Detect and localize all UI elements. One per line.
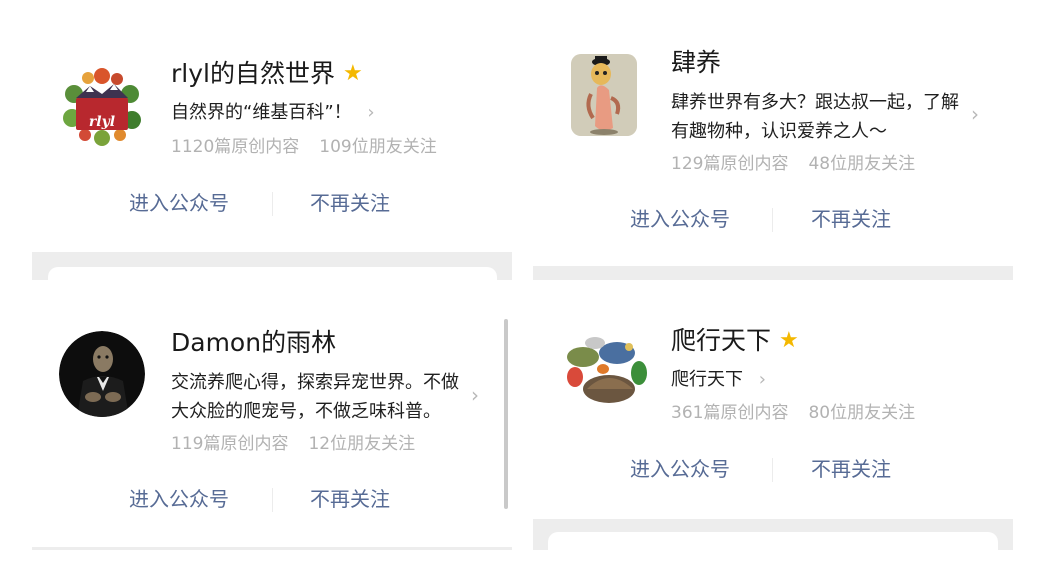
account-stats: 1120篇原创内容 109位朋友关注 [171,136,437,158]
divider [772,208,773,232]
description-line: 爬行天下 [671,369,743,390]
account-name-text: 爬行天下 [671,326,772,355]
follower-count: 109位朋友关注 [319,137,437,157]
description-line: 有趣物种，认识爱养之人～ [671,121,887,142]
enter-account-button[interactable]: 进入公众号 [630,456,730,482]
account-card-paxingtianxia[interactable]: 爬行天下 ★ 爬行天下 › 361篇原创内容 80位朋友关注 进入公众号 不再关注 [533,297,1013,519]
divider [272,488,273,512]
next-card-edge [548,532,998,562]
article-count: 361篇原创内容 [671,403,789,423]
description-line: 交流养爬心得，探索异宠世界。不做 [171,372,459,393]
follower-count: 80位朋友关注 [808,403,916,423]
follower-count: 48位朋友关注 [808,154,916,174]
article-count: 1120篇原创内容 [171,137,300,157]
account-stats: 119篇原创内容 12位朋友关注 [171,433,415,455]
enter-account-button[interactable]: 进入公众号 [630,206,730,232]
article-count: 119篇原创内容 [171,434,289,454]
account-name: 爬行天下 ★ [671,325,799,357]
account-description: 肆养世界有多大？跟达叔一起，了解 有趣物种，认识爱养之人～ [671,88,959,146]
follower-count: 12位朋友关注 [308,434,416,454]
chevron-right-icon[interactable]: › [971,104,979,124]
star-icon: ★ [342,61,363,86]
account-card-siyang[interactable]: 肆养 肆养世界有多大？跟达叔一起，了解 有趣物种，认识爱养之人～ › 129篇原… [533,30,1013,266]
enter-account-button[interactable]: 进入公众号 [129,486,229,512]
chevron-right-icon[interactable]: › [471,385,479,405]
unfollow-button[interactable]: 不再关注 [310,190,390,216]
turtle-in-suit-icon[interactable] [59,331,145,417]
reptiles-icon[interactable] [559,323,649,407]
account-name-text: rlyl的自然世界 [171,59,335,88]
description-line: 自然界的“维基百科”！ [171,102,352,123]
account-stats: 129篇原创内容 48位朋友关注 [671,153,915,175]
account-description: 自然界的“维基百科”！ › [171,98,375,127]
unfollow-button[interactable]: 不再关注 [811,206,891,232]
logo-text: rlyl [88,114,116,130]
account-stats: 361篇原创内容 80位朋友关注 [671,402,915,424]
figurine-icon[interactable] [571,54,637,136]
chevron-right-icon[interactable]: › [367,102,374,123]
account-description: 交流养爬心得，探索异宠世界。不做 大众脸的爬宠号，不做乏味科普。 [171,368,459,426]
enter-account-button[interactable]: 进入公众号 [129,190,229,216]
rlyl-logo-icon[interactable] [60,64,144,148]
card-separator [32,547,512,550]
description-line: 大众脸的爬宠号，不做乏味科普。 [171,401,441,422]
account-name: rlyl的自然世界 ★ [171,58,363,90]
account-card-rlyl[interactable]: rlyl rlyl的自然世界 ★ 自然界的“维基百科”！ › 1120篇原创内容… [32,30,512,252]
scrollbar[interactable] [504,319,508,509]
description-line: 肆养世界有多大？跟达叔一起，了解 [671,92,959,113]
account-name: Damon的雨林 [171,327,336,359]
card-separator [533,266,1013,280]
chevron-right-icon[interactable]: › [759,369,766,390]
unfollow-button[interactable]: 不再关注 [310,486,390,512]
account-card-damon[interactable]: Damon的雨林 交流养爬心得，探索异宠世界。不做 大众脸的爬宠号，不做乏味科普… [32,297,512,547]
divider [772,458,773,482]
account-name: 肆养 [671,47,721,79]
article-count: 129篇原创内容 [671,154,789,174]
star-icon: ★ [779,328,799,353]
account-description: 爬行天下 › [671,365,766,394]
account-name-text: 肆养 [671,48,722,77]
divider [272,192,273,216]
next-card-edge [48,267,497,297]
account-name-text: Damon的雨林 [171,328,337,357]
unfollow-button[interactable]: 不再关注 [811,456,891,482]
